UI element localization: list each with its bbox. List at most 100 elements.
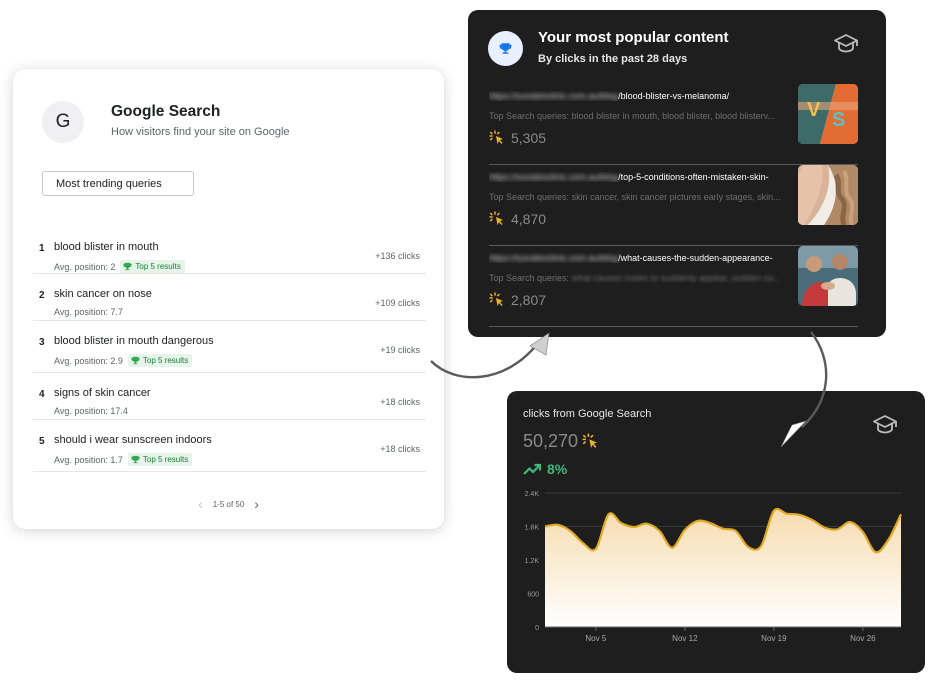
list-item[interactable]: 1 blood blister in mouth Avg. position: … — [33, 227, 426, 274]
top-search-queries: Top Search queries: skin cancer, skin ca… — [489, 192, 794, 202]
y-tick-label: 2.4K — [525, 491, 540, 498]
click-count: 5,305 — [489, 130, 546, 146]
avg-position: Avg. position: 17.4 — [54, 406, 128, 416]
badge-label: Top 5 results — [142, 356, 189, 365]
click-count: 4,870 — [489, 211, 546, 227]
top-search-queries: Top Search queries: what causes moles to… — [489, 273, 794, 283]
cursor-click-icon — [489, 211, 503, 225]
list-item[interactable]: 3 blood blister in mouth dangerous Avg. … — [33, 321, 426, 373]
popular-content-item[interactable]: https://sunskinclinic.com.au/blog/blood-… — [489, 84, 858, 165]
badge-label: Top 5 results — [135, 262, 181, 271]
click-count-value: 2,807 — [511, 292, 547, 308]
card-title: Your most popular content — [538, 29, 729, 46]
x-tick-label: Nov 26 — [850, 634, 876, 643]
popular-content-item[interactable]: https://sunskinclinic.com.au/blog/what-c… — [489, 246, 858, 327]
total-clicks: 50,270 — [523, 431, 599, 452]
query-meta: Avg. position: 2 Top 5 results — [54, 260, 185, 273]
query-text: skin cancer on nose — [54, 288, 152, 300]
chevron-right-icon[interactable]: › — [254, 497, 259, 511]
list-item[interactable]: 2 skin cancer on nose Avg. position: 7.7… — [33, 274, 426, 321]
queries-label: Top Search queries: — [489, 111, 570, 121]
x-tick-label: Nov 19 — [761, 634, 787, 643]
query-type-dropdown[interactable]: Most trending queries — [42, 171, 194, 196]
rank-number: 5 — [39, 436, 45, 447]
svg-text:V: V — [807, 99, 821, 121]
queries-text: blood blister in mouth, blood blister, b… — [571, 111, 776, 121]
avg-position: Avg. position: 7.7 — [54, 307, 123, 317]
svg-text:S: S — [832, 109, 845, 131]
url-prefix: https://sunskinclinic.com.au/blog — [489, 91, 619, 101]
queries-label: Top Search queries: — [489, 192, 570, 202]
trend-value: 8% — [547, 461, 568, 477]
total-clicks-value: 50,270 — [523, 431, 579, 451]
trending-queries-list: 1 blood blister in mouth Avg. position: … — [33, 227, 426, 472]
queries-label: Top Search queries: — [489, 273, 570, 283]
click-count-value: 5,305 — [511, 130, 547, 146]
content-url[interactable]: https://sunskinclinic.com.au/blog/top-5-… — [489, 172, 794, 182]
click-count-value: 4,870 — [511, 211, 547, 227]
query-text: blood blister in mouth dangerous — [54, 335, 214, 347]
card-subtitle: By clicks in the past 28 days — [538, 53, 688, 65]
queries-text: skin cancer, skin cancer pictures early … — [571, 192, 781, 202]
clicks-count: +136 clicks — [375, 251, 420, 261]
vs-graphic-thumbnail[interactable]: V S — [798, 84, 858, 144]
people-photo-thumbnail[interactable] — [798, 246, 858, 306]
clicks-area-chart: 0 600 1.2K 1.8K 2.4K Nov 5 Nov 12 Nov 19 Nov 26 — [525, 491, 902, 643]
url-prefix: https://sunskinclinic.com.au/blog — [489, 172, 619, 182]
trend-indicator: 8% — [523, 461, 567, 477]
y-tick-label: 0 — [535, 625, 539, 632]
content-url[interactable]: https://sunskinclinic.com.au/blog/blood-… — [489, 91, 794, 101]
trophy-icon — [123, 262, 132, 271]
card-title: Google Search — [111, 103, 221, 120]
x-tick-label: Nov 12 — [672, 634, 698, 643]
url-path: /top-5-conditions-often-mistaken-skin- — [618, 172, 769, 182]
trophy-icon — [488, 31, 523, 66]
url-path: /blood-blister-vs-melanoma/ — [618, 91, 730, 101]
clicks-count: +18 clicks — [380, 444, 420, 454]
rank-number: 1 — [39, 243, 45, 254]
query-text: blood blister in mouth — [54, 241, 159, 253]
query-meta: Avg. position: 17.4 — [54, 406, 128, 416]
popular-content-card: Your most popular content By clicks in t… — [468, 10, 886, 337]
graduation-cap-icon[interactable] — [872, 413, 898, 435]
trophy-icon — [131, 356, 140, 365]
top-search-queries: Top Search queries: blood blister in mou… — [489, 111, 794, 121]
y-tick-label: 600 — [527, 592, 539, 599]
rank-number: 4 — [39, 389, 45, 400]
content-url[interactable]: https://sunskinclinic.com.au/blog/what-c… — [489, 253, 794, 263]
trophy-icon — [131, 455, 140, 464]
click-count: 2,807 — [489, 292, 546, 308]
rank-number: 2 — [39, 290, 45, 301]
badge-label: Top 5 results — [142, 455, 189, 464]
google-search-card: G Google Search How visitors find your s… — [13, 69, 444, 529]
clicks-chart-card: clicks from Google Search 50,270 8% 0 600… — [507, 391, 925, 673]
cursor-click-icon — [489, 130, 503, 144]
query-text: should i wear sunscreen indoors — [54, 434, 212, 446]
y-tick-label: 1.2K — [525, 558, 540, 565]
clicks-count: +18 clicks — [380, 397, 420, 407]
clicks-count: +109 clicks — [375, 298, 420, 308]
neck-photo-thumbnail[interactable] — [798, 165, 858, 225]
google-search-avatar: G — [42, 101, 84, 143]
arrow-to-popular — [430, 342, 539, 379]
clicks-count: +19 clicks — [380, 345, 420, 355]
query-meta: Avg. position: 2.9 Top 5 results — [54, 354, 193, 367]
list-item[interactable]: 4 signs of skin cancer Avg. position: 17… — [33, 373, 426, 420]
queries-text: what causes moles to suddenly appear, su… — [571, 273, 782, 283]
avg-position: Avg. position: 2 — [54, 261, 116, 272]
top-results-badge: Top 5 results — [127, 453, 193, 466]
pagination: ‹ 1-5 of 50 › — [13, 497, 444, 511]
cursor-click-icon — [582, 433, 597, 448]
cursor-click-icon — [489, 292, 503, 306]
list-item[interactable]: 5 should i wear sunscreen indoors Avg. p… — [33, 420, 426, 472]
top-results-badge: Top 5 results — [120, 260, 185, 273]
graduation-cap-icon[interactable] — [833, 32, 859, 54]
url-prefix: https://sunskinclinic.com.au/blog — [489, 253, 619, 263]
chevron-left-icon[interactable]: ‹ — [198, 497, 203, 511]
popular-content-item[interactable]: https://sunskinclinic.com.au/blog/top-5-… — [489, 165, 858, 246]
card-subtitle: How visitors find your site on Google — [111, 126, 290, 138]
query-meta: Avg. position: 1.7 Top 5 results — [54, 453, 193, 466]
avg-position: Avg. position: 2.9 — [54, 355, 123, 366]
x-tick-label: Nov 5 — [585, 634, 606, 643]
query-text: signs of skin cancer — [54, 387, 151, 399]
